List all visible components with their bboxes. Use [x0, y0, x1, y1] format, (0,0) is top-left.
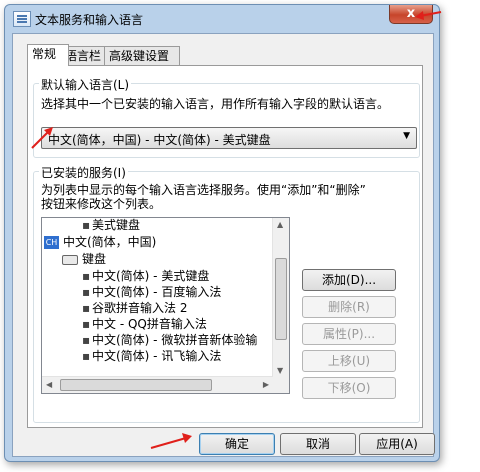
tree-item[interactable]: ▪ 中文(简体) - 讯飞输入法 — [82, 348, 221, 365]
default-language-value: 中文(简体，中国) - 中文(简体) - 美式键盘 — [48, 133, 271, 147]
ok-button[interactable]: 确定 — [199, 433, 275, 455]
tree-item[interactable]: ▪ 中文(简体) - 百度输入法 — [82, 284, 221, 301]
properties-button[interactable]: 属性(P)... — [302, 323, 396, 345]
tab-general[interactable]: 常规 — [27, 44, 69, 66]
add-button[interactable]: 添加(D)... — [302, 269, 396, 291]
dialog-body: 常规 语言栏 高级键设置 默认输入语言(L) 选择其中一个已安装的输入语言，用作… — [12, 33, 435, 457]
language-ch-icon: CH — [44, 236, 59, 249]
window-title: 文本服务和输入语言 — [35, 13, 144, 27]
tree-bullet-icon: ▪ — [82, 301, 91, 315]
tree-bullet-icon: ▪ — [82, 218, 91, 232]
annotation-arrow-ok — [150, 433, 192, 449]
default-language-description: 选择其中一个已安装的输入语言，用作所有输入字段的默认语言。 — [41, 97, 390, 111]
scrollbar-corner — [273, 377, 289, 393]
default-language-legend: 默认输入语言(L) — [39, 76, 132, 93]
keyboard-icon — [62, 254, 78, 265]
tree-language-node[interactable]: CH 中文(简体，中国) — [44, 234, 156, 251]
chevron-down-icon: ▼ — [403, 131, 410, 141]
move-down-button[interactable]: 下移(O) — [302, 377, 396, 399]
scroll-left-icon[interactable]: ◀ — [46, 380, 52, 389]
tree-bullet-icon: ▪ — [82, 285, 91, 299]
annotation-arrow-dropdown — [31, 127, 53, 149]
tree-vertical-scrollbar[interactable]: ▲ ▼ — [272, 218, 289, 377]
tab-panel-general: 默认输入语言(L) 选择其中一个已安装的输入语言，用作所有输入字段的默认语言。 … — [27, 65, 423, 428]
tree-bullet-icon: ▪ — [82, 317, 91, 331]
remove-button[interactable]: 删除(R) — [302, 296, 396, 318]
tree-horizontal-scrollbar[interactable]: ◀ ▶ — [42, 376, 273, 393]
scroll-up-icon[interactable]: ▲ — [277, 220, 283, 229]
tab-advanced-key-settings[interactable]: 高级键设置 — [104, 46, 180, 65]
tree-item-label: 美式键盘 — [92, 218, 141, 232]
apply-button[interactable]: 应用(A) — [359, 433, 435, 455]
services-description-line2: 按钮来修改这个列表。 — [41, 197, 162, 211]
move-up-button[interactable]: 上移(U) — [302, 350, 396, 372]
default-language-dropdown[interactable]: 中文(简体，中国) - 中文(简体) - 美式键盘 ▼ — [41, 127, 417, 149]
scroll-right-icon[interactable]: ▶ — [263, 380, 269, 389]
installed-services-group: 已安装的服务(I) 为列表中显示的每个输入语言选择服务。使用“添加”和“删除” … — [33, 164, 420, 423]
tree-item[interactable]: ▪ 中文 - QQ拼音输入法 — [82, 316, 207, 333]
tree-item-label: 中文(简体) - 美式键盘 — [92, 269, 210, 283]
tree-keyboard-label: 键盘 — [82, 252, 107, 266]
tree-item[interactable]: ▪ 美式键盘 — [82, 218, 141, 234]
tree-bullet-icon: ▪ — [82, 333, 91, 347]
installed-services-legend: 已安装的服务(I) — [39, 164, 128, 181]
services-tree[interactable]: ▪ 美式键盘 CH 中文(简体，中国) 键盘 ▪ 中文(简体) - 美式键盘 ▪ 中文(… — [41, 217, 290, 394]
title-bar[interactable]: 文本服务和输入语言 x — [5, 5, 439, 31]
tree-item[interactable]: ▪ 中文(简体) - 美式键盘 — [82, 268, 209, 285]
cancel-button[interactable]: 取消 — [280, 433, 356, 455]
horizontal-scroll-thumb[interactable] — [60, 379, 212, 391]
vertical-scroll-thumb[interactable] — [275, 258, 287, 340]
tree-item[interactable]: ▪ 中文(简体) - 微软拼音新体验输 — [82, 332, 257, 349]
tree-item-label: 中文 - QQ拼音输入法 — [92, 317, 207, 331]
tree-item-label: 谷歌拼音输入法 2 — [92, 301, 188, 315]
tree-bullet-icon: ▪ — [82, 269, 91, 283]
tree-item-label: 中文(简体) - 讯飞输入法 — [92, 349, 222, 363]
scroll-down-icon[interactable]: ▼ — [277, 366, 283, 375]
app-keyboard-icon — [13, 11, 31, 27]
tree-bullet-icon: ▪ — [82, 349, 91, 363]
annotation-arrow-close — [415, 11, 442, 20]
tree-item-label: 中文(简体) - 微软拼音新体验输 — [92, 333, 258, 347]
tree-item[interactable]: ▪ 谷歌拼音输入法 2 — [82, 300, 187, 317]
default-language-group: 默认输入语言(L) 选择其中一个已安装的输入语言，用作所有输入字段的默认语言。 … — [33, 76, 420, 158]
tree-keyboard-node[interactable]: 键盘 — [62, 251, 106, 268]
dialog-window: 文本服务和输入语言 x 常规 语言栏 高级键设置 默认输入语言(L) 选择其中一… — [4, 4, 440, 462]
tree-language-label: 中文(简体，中国) — [63, 235, 157, 249]
tree-item-label: 中文(简体) - 百度输入法 — [92, 285, 222, 299]
